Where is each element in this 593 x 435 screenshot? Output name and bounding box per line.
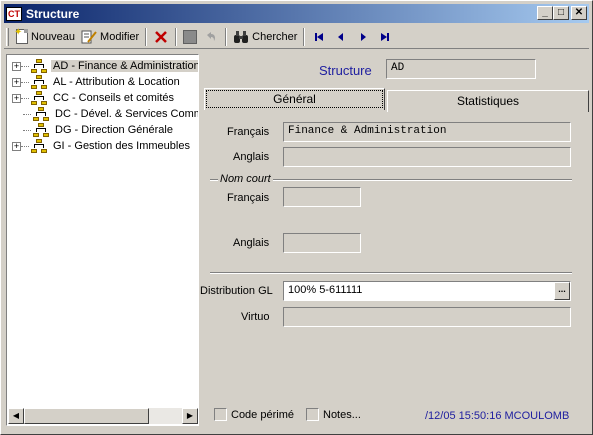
org-chart-icon — [31, 91, 47, 105]
notes-checkbox[interactable]: Notes... — [306, 408, 361, 421]
distribution-separator — [210, 272, 572, 274]
toolbar-separator — [225, 27, 228, 46]
new-document-icon: ✦ — [14, 27, 28, 44]
nom-court-anglais-label: Anglais — [233, 237, 270, 249]
anglais-label: Anglais — [233, 151, 270, 163]
search-button[interactable]: Chercher — [230, 27, 300, 47]
window-controls: _ □ ✕ — [537, 6, 587, 20]
nom-court-francais-label: Français — [227, 192, 270, 204]
status-text: /12/05 15:50:16 MCOULOMB — [425, 410, 570, 422]
org-chart-icon — [33, 107, 49, 121]
nom-court-francais-field[interactable] — [283, 187, 361, 207]
edit-pencil-icon — [81, 29, 97, 45]
code-perime-checkbox[interactable]: Code périmé — [214, 408, 294, 421]
code-perime-label: Code périmé — [231, 408, 294, 421]
org-chart-icon — [31, 139, 47, 153]
toolbar-separator — [145, 27, 148, 46]
delete-x-icon — [153, 29, 169, 45]
org-chart-icon — [31, 59, 47, 73]
expand-plus-icon[interactable]: + — [12, 93, 21, 103]
org-chart-icon — [31, 75, 47, 89]
edit-button-label: Modifier — [100, 30, 140, 43]
notes-box[interactable] — [306, 408, 319, 421]
save-button[interactable] — [180, 27, 200, 47]
tree-items: + AD - Finance & Administration + AL - A… — [8, 56, 198, 409]
main-window: CT Structure _ □ ✕ ✦ Nouveau Modifier Ch… — [0, 0, 593, 435]
undo-icon — [203, 29, 219, 45]
search-button-label: Chercher — [252, 30, 298, 43]
toolbar-separator — [175, 27, 178, 46]
distribution-gl-label: Distribution GL — [200, 285, 273, 297]
delete-button[interactable] — [150, 27, 172, 47]
toolbar: ✦ Nouveau Modifier Chercher — [4, 25, 589, 49]
first-record-icon — [311, 29, 327, 45]
toolbar-separator — [303, 27, 306, 46]
structure-tree[interactable]: + AD - Finance & Administration + AL - A… — [6, 54, 199, 426]
undo-button[interactable] — [200, 27, 222, 47]
org-chart-icon — [33, 123, 49, 137]
prev-record-icon — [333, 29, 349, 45]
prev-record-button[interactable] — [330, 27, 352, 47]
tab-statistiques[interactable]: Statistiques — [387, 90, 589, 112]
nom-court-anglais-field[interactable] — [283, 233, 361, 253]
notes-label: Notes... — [323, 408, 361, 421]
distribution-gl-field[interactable]: 100% 5-611111 — [283, 281, 571, 301]
nom-court-title: Nom court — [218, 173, 273, 185]
code-perime-box[interactable] — [214, 408, 227, 421]
save-disk-icon — [183, 29, 198, 44]
tree-item[interactable]: DG - Direction Générale — [8, 122, 175, 138]
tree-item[interactable]: + GI - Gestion des Immeubles — [8, 138, 192, 154]
maximize-button[interactable]: □ — [553, 6, 569, 20]
window-title: Structure — [26, 6, 80, 21]
tree-item-label: CC - Conseils et comités — [53, 92, 175, 104]
next-record-icon — [355, 29, 371, 45]
last-record-icon — [377, 29, 393, 45]
app-icon: CT — [6, 6, 22, 21]
toolbar-grip[interactable] — [6, 27, 9, 46]
scroll-right-button[interactable]: ▶ — [182, 408, 198, 424]
new-button[interactable]: ✦ Nouveau — [13, 27, 78, 47]
expand-plus-icon[interactable]: + — [12, 77, 21, 87]
francais-field[interactable]: Finance & Administration — [283, 122, 571, 142]
scroll-left-button[interactable]: ◀ — [8, 408, 24, 424]
anglais-field[interactable] — [283, 147, 571, 167]
tree-item[interactable]: + AL - Attribution & Location — [8, 74, 182, 90]
tab-statistiques-label: Statistiques — [456, 94, 520, 108]
tree-item[interactable]: DC - Dével. & Services Commu — [8, 106, 198, 122]
tree-item[interactable]: + CC - Conseils et comités — [8, 90, 176, 106]
francais-label: Français — [227, 126, 270, 138]
tree-item-label: AL - Attribution & Location — [53, 76, 180, 88]
tree-horizontal-scrollbar[interactable]: ◀ ▶ — [8, 408, 198, 424]
scroll-thumb[interactable] — [24, 408, 149, 424]
close-button[interactable]: ✕ — [571, 6, 587, 20]
distribution-lookup-button[interactable]: ... — [554, 282, 570, 300]
expand-plus-icon[interactable]: + — [12, 61, 21, 71]
tree-item-label: DC - Dével. & Services Commu — [55, 108, 198, 120]
tree-item[interactable]: + AD - Finance & Administration — [8, 58, 198, 74]
virtuo-field[interactable] — [283, 307, 571, 327]
last-record-button[interactable] — [374, 27, 396, 47]
edit-button[interactable]: Modifier — [78, 27, 142, 47]
tree-item-label: DG - Direction Générale — [55, 124, 173, 136]
binoculars-icon — [233, 29, 249, 45]
next-record-button[interactable] — [352, 27, 374, 47]
title-bar[interactable]: CT Structure _ □ ✕ — [4, 4, 589, 23]
tab-general[interactable]: Général — [204, 88, 385, 110]
first-record-button[interactable] — [308, 27, 330, 47]
tree-item-label: GI - Gestion des Immeubles — [53, 140, 190, 152]
structure-code-field[interactable]: AD — [386, 59, 536, 79]
structure-label: Structure — [319, 63, 372, 78]
tab-general-label: Général — [206, 90, 383, 108]
virtuo-label: Virtuo — [241, 311, 270, 323]
minimize-button[interactable]: _ — [537, 6, 553, 20]
new-button-label: Nouveau — [31, 30, 76, 43]
tree-item-label: AD - Finance & Administration — [51, 60, 198, 72]
expand-plus-icon[interactable]: + — [12, 141, 21, 151]
